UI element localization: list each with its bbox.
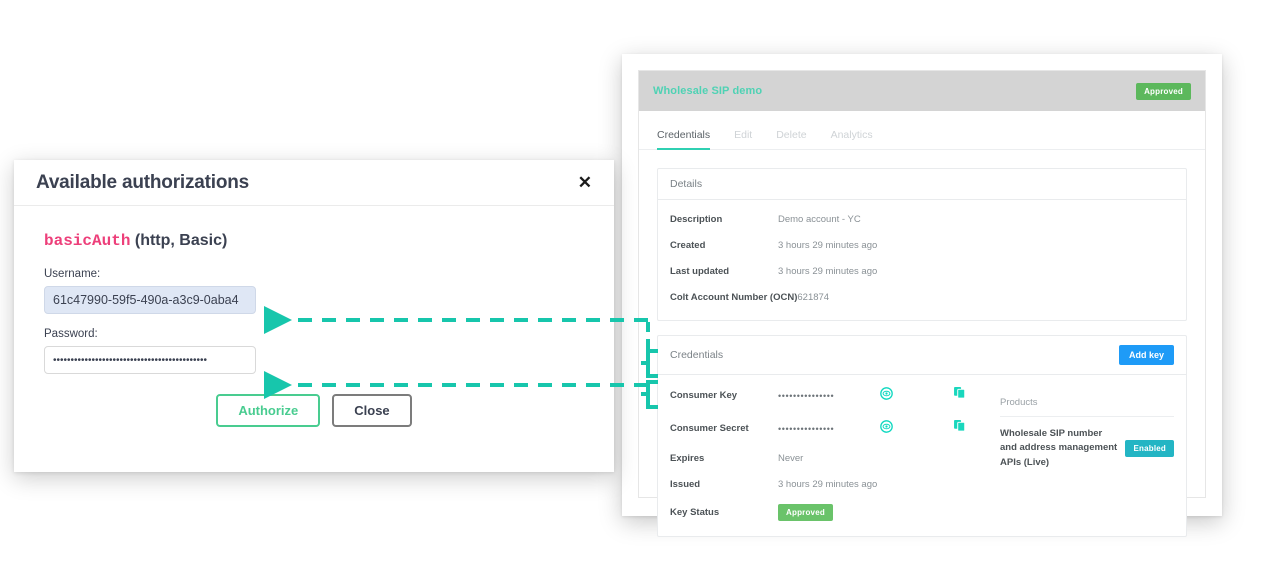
- close-button[interactable]: Close: [332, 394, 412, 427]
- copy-icon[interactable]: [953, 419, 967, 438]
- details-key-description: Description: [670, 213, 723, 225]
- products-label: Products: [1000, 397, 1174, 417]
- details-value-description: Demo account - YC: [778, 213, 861, 225]
- page-title: Available authorizations: [36, 171, 250, 193]
- username-input[interactable]: 61c47990-59f5-490a-a3c9-0aba4: [44, 286, 256, 314]
- table-row: Issued 3 hours 29 minutes ago: [658, 471, 988, 497]
- consumer-secret-label: Consumer Secret: [670, 423, 749, 434]
- tab-delete[interactable]: Delete: [776, 129, 806, 150]
- credentials-table-header: Credentials Add key: [658, 336, 1186, 375]
- authorize-button[interactable]: Authorize: [216, 394, 321, 427]
- product-name: Wholesale SIP number and address managem…: [1000, 428, 1118, 468]
- auth-scheme-type: (http, Basic): [134, 232, 228, 249]
- details-value-created: 3 hours 29 minutes ago: [778, 239, 878, 251]
- consumer-key-masked-value: •••••••••••••••: [778, 390, 835, 401]
- tab-analytics[interactable]: Analytics: [831, 129, 873, 150]
- dialog-actions: Authorize Close: [44, 388, 584, 427]
- portal-app-panel: Wholesale SIP demo Approved Credentials …: [638, 70, 1206, 537]
- details-table-header: Details: [658, 169, 1186, 200]
- key-status-row: Key Status Approved: [658, 497, 988, 528]
- issued-value: 3 hours 29 minutes ago: [778, 478, 878, 490]
- consumer-key-label: Consumer Key: [670, 390, 738, 401]
- details-value-ocn: 621874: [797, 291, 830, 303]
- tab-bar: Credentials Edit Delete Analytics: [639, 111, 1205, 150]
- add-key-button[interactable]: Add key: [1118, 345, 1174, 365]
- credentials-header-label: Credentials: [670, 349, 724, 361]
- auth-scheme-heading: basicAuth (http, Basic): [44, 232, 584, 250]
- details-key-ocn: Colt Account Number (OCN): [670, 291, 798, 303]
- details-value-last-updated: 3 hours 29 minutes ago: [778, 265, 878, 277]
- consumer-key-row: Consumer Key •••••••••••••••: [658, 379, 988, 412]
- password-label: Password:: [44, 328, 98, 340]
- available-authorizations-dialog: Available authorizations ✕ basicAuth (ht…: [14, 160, 614, 472]
- product-row: Wholesale SIP number and address managem…: [1000, 417, 1174, 470]
- eye-icon[interactable]: [880, 419, 893, 438]
- consumer-secret-masked-value: •••••••••••••••: [778, 423, 835, 434]
- consumer-secret-row: Consumer Secret •••••••••••••••: [658, 412, 988, 445]
- key-status-badge: Approved: [778, 504, 833, 521]
- auth-scheme-name: basicAuth: [44, 232, 131, 250]
- expires-value: Never: [778, 452, 804, 464]
- expires-label: Expires: [670, 452, 705, 464]
- dialog-header: Available authorizations ✕: [14, 160, 614, 206]
- password-input[interactable]: ••••••••••••••••••••••••••••••••••••••••…: [44, 346, 256, 374]
- screenshot-root: Wholesale SIP demo Approved Credentials …: [0, 0, 1269, 562]
- issued-label: Issued: [670, 478, 701, 490]
- products-column: Products Wholesale SIP number and addres…: [988, 375, 1186, 536]
- app-header-bar: Wholesale SIP demo Approved: [639, 71, 1205, 111]
- dialog-body: basicAuth (http, Basic) Username: 61c479…: [14, 206, 614, 427]
- developer-portal-card: Wholesale SIP demo Approved Credentials …: [622, 54, 1222, 537]
- table-row: Expires Never: [658, 445, 988, 471]
- tab-edit[interactable]: Edit: [734, 129, 752, 150]
- details-key-created: Created: [670, 239, 706, 251]
- details-table: Details Description Demo account - YC Cr…: [657, 168, 1187, 321]
- close-icon[interactable]: ✕: [578, 174, 592, 191]
- product-status-badge: Enabled: [1125, 439, 1174, 457]
- table-row: Description Demo account - YC: [658, 206, 1186, 232]
- details-header-label: Details: [670, 178, 703, 190]
- tab-credentials[interactable]: Credentials: [657, 129, 711, 150]
- credentials-left-column: Consumer Key ••••••••••••••• Consumer Se…: [658, 375, 988, 536]
- table-row: Colt Account Number (OCN) 621874: [658, 284, 1186, 310]
- app-title: Wholesale SIP demo: [653, 85, 763, 97]
- credentials-content: Consumer Key ••••••••••••••• Consumer Se…: [658, 375, 1186, 536]
- copy-icon[interactable]: [953, 386, 967, 405]
- username-label: Username:: [44, 268, 101, 280]
- credentials-table: Credentials Add key Consumer Key •••••••…: [657, 335, 1187, 537]
- table-row: Created 3 hours 29 minutes ago: [658, 232, 1186, 258]
- panel-body: Details Description Demo account - YC Cr…: [639, 150, 1205, 562]
- eye-icon[interactable]: [880, 386, 893, 405]
- app-status-badge: Approved: [1136, 82, 1191, 100]
- details-key-last-updated: Last updated: [670, 265, 730, 277]
- key-status-label: Key Status: [670, 507, 720, 518]
- table-row: Last updated 3 hours 29 minutes ago: [658, 258, 1186, 284]
